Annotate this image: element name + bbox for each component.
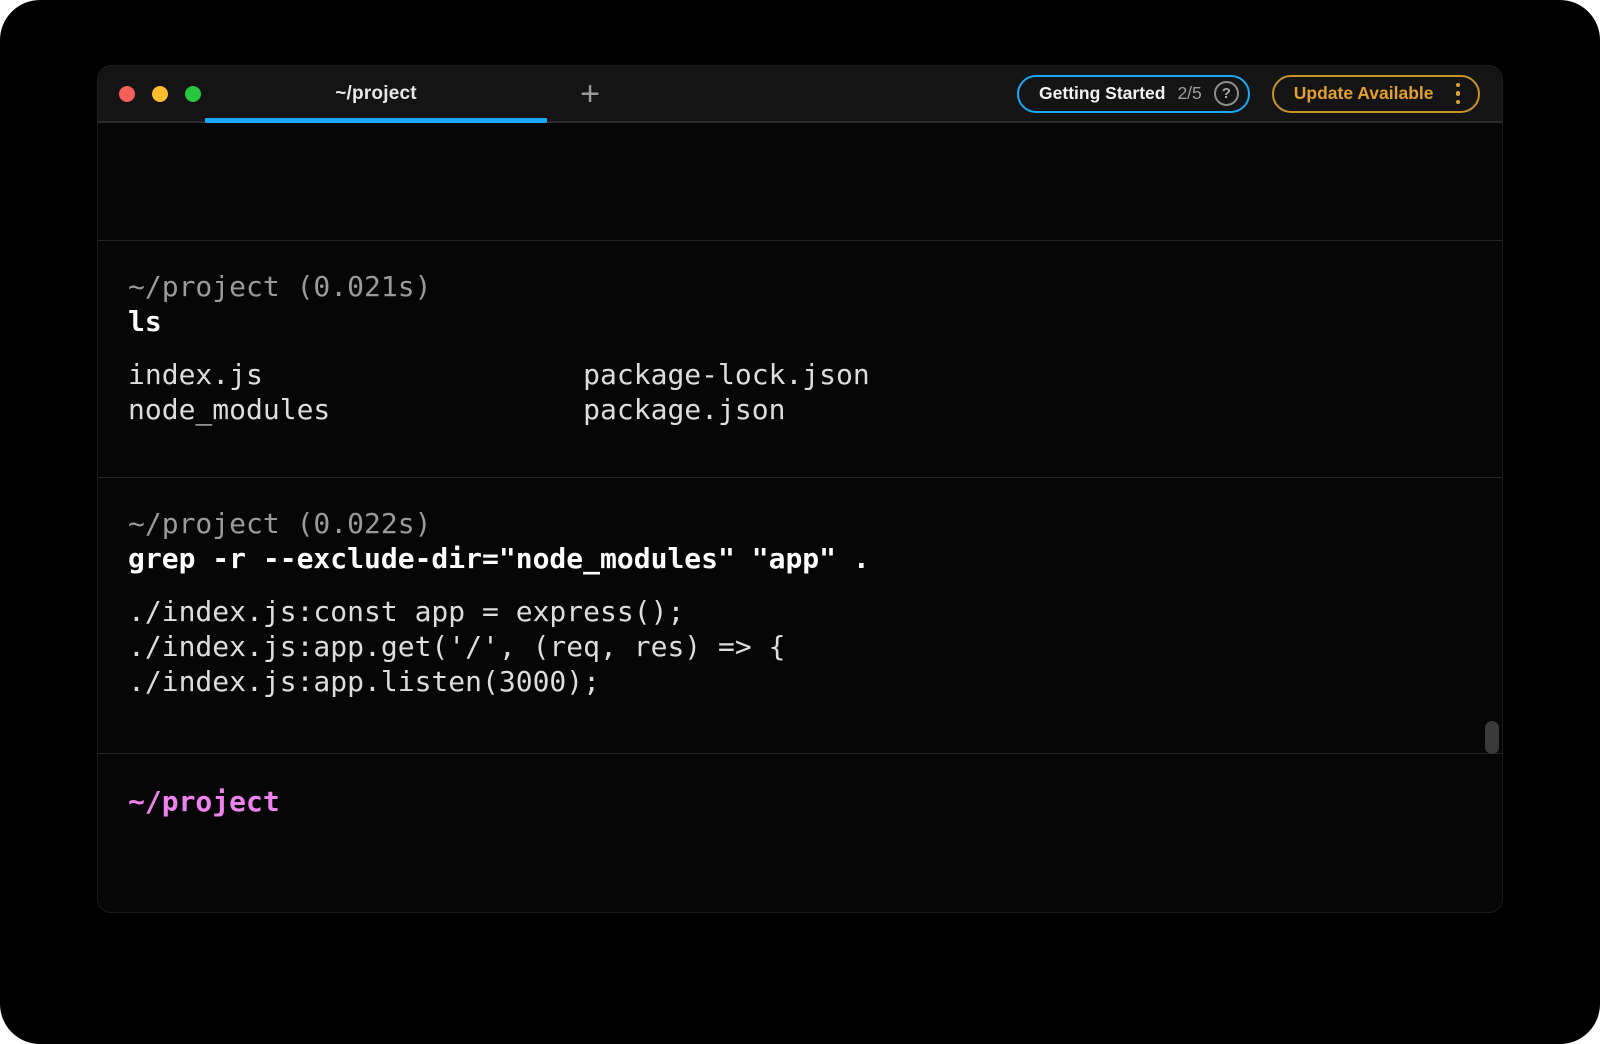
plus-icon: +: [580, 75, 600, 113]
new-tab-button[interactable]: +: [573, 77, 607, 111]
command-block-ls[interactable]: ~/project (0.021s) ls index.js package-l…: [98, 240, 1502, 477]
command-input-block[interactable]: ~/project: [98, 753, 1502, 819]
block-output: index.js package-lock.json node_modules …: [128, 357, 1472, 427]
question-mark-icon[interactable]: ?: [1214, 81, 1239, 106]
getting-started-label: Getting Started: [1039, 83, 1165, 104]
prompt-path: ~/project: [128, 785, 280, 818]
output-line: index.js package-lock.json: [128, 357, 1472, 392]
minimize-window-button[interactable]: [152, 86, 168, 102]
block-header: ~/project (0.021s): [128, 269, 1472, 304]
tab-project[interactable]: ~/project: [205, 66, 547, 121]
update-available-button[interactable]: Update Available: [1272, 75, 1480, 113]
traffic-lights: [119, 86, 201, 102]
close-window-button[interactable]: [119, 86, 135, 102]
scrollbar-thumb[interactable]: [1485, 721, 1499, 754]
block-output: ./index.js:const app = express(); ./inde…: [128, 594, 1472, 699]
desktop-background: ~/project + Getting Started 2/5 ? Update…: [0, 0, 1600, 1044]
block-header: ~/project (0.022s): [128, 506, 1472, 541]
terminal-content: ~/project (0.021s) ls index.js package-l…: [98, 123, 1502, 912]
getting-started-progress: 2/5: [1177, 83, 1201, 104]
output-line: ./index.js:const app = express();: [128, 594, 1472, 629]
output-line: ./index.js:app.listen(3000);: [128, 664, 1472, 699]
terminal-window: ~/project + Getting Started 2/5 ? Update…: [97, 65, 1503, 913]
update-available-label: Update Available: [1294, 83, 1434, 104]
output-line: node_modules package.json: [128, 392, 1472, 427]
question-mark-glyph: ?: [1222, 85, 1231, 102]
scrollback-spacer: [98, 123, 1502, 240]
output-line: ./index.js:app.get('/', (req, res) => {: [128, 629, 1472, 664]
block-command: grep -r --exclude-dir="node_modules" "ap…: [128, 541, 1472, 576]
block-command: ls: [128, 304, 1472, 339]
getting-started-pill[interactable]: Getting Started 2/5 ?: [1017, 75, 1250, 113]
titlebar: ~/project + Getting Started 2/5 ? Update…: [98, 66, 1502, 123]
kebab-menu-icon[interactable]: [1454, 81, 1463, 107]
command-block-grep[interactable]: ~/project (0.022s) grep -r --exclude-dir…: [98, 477, 1502, 753]
maximize-window-button[interactable]: [185, 86, 201, 102]
tab-title: ~/project: [335, 83, 417, 105]
